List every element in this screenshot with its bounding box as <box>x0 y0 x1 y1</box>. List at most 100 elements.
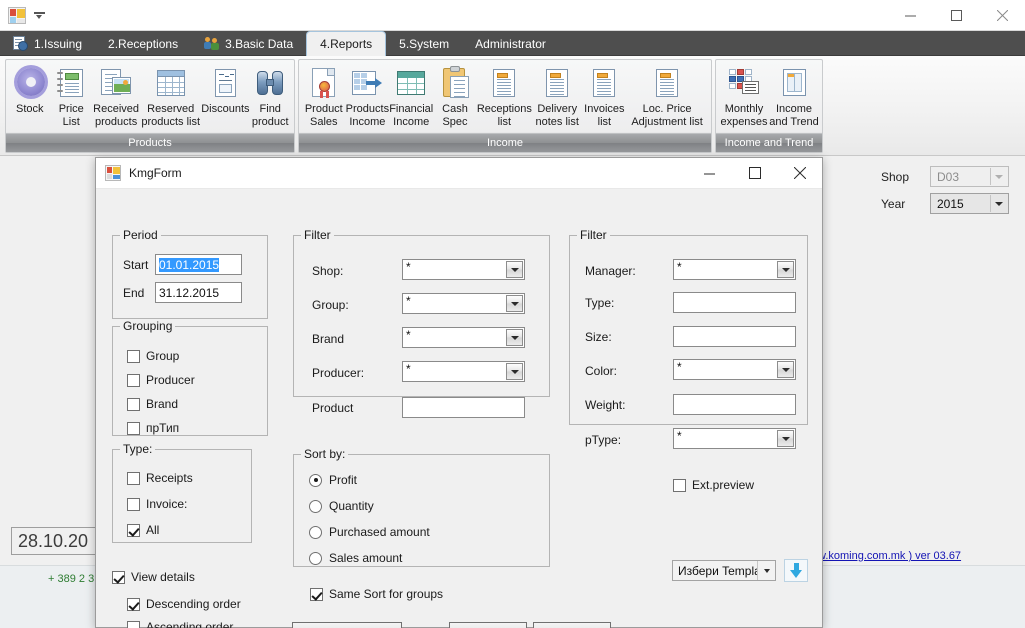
checkbox-producer-box[interactable] <box>127 374 140 387</box>
ribbon-item-delivery-notes-list[interactable]: Delivery notes list <box>532 64 583 129</box>
year-combo[interactable]: 2015 <box>930 193 1009 214</box>
tab-system[interactable]: 5.System <box>386 31 462 56</box>
checkbox-prtip[interactable]: прТип <box>127 421 179 435</box>
ribbon-item-loc-price-adjustment-list[interactable]: Loc. Price Adjustment list <box>626 64 708 129</box>
chevron-down-icon[interactable] <box>506 261 523 278</box>
radio-sales-amount-circle[interactable] <box>309 552 322 565</box>
ribbon-item-monthly-expenses[interactable]: Monthly expenses <box>719 64 769 129</box>
radio-sales-amount[interactable]: Sales amount <box>309 551 402 565</box>
back-button[interactable]: Back <box>533 622 611 628</box>
checkbox-ascending-order-box[interactable] <box>127 621 140 628</box>
radio-profit-circle[interactable] <box>309 474 322 487</box>
tab-system-label: 5.System <box>399 37 449 51</box>
dialog-minimize-icon[interactable] <box>687 158 732 188</box>
dialog-maximize-icon[interactable] <box>732 158 777 188</box>
checkbox-same-sort-box[interactable] <box>310 588 323 601</box>
checkbox-all[interactable]: All <box>127 523 159 537</box>
checkbox-producer[interactable]: Producer <box>127 373 195 387</box>
filter-product-input[interactable] <box>402 397 525 418</box>
ribbon-item-invoices-list[interactable]: Invoices list <box>583 64 627 129</box>
checkbox-descending-order[interactable]: Descending order <box>127 597 241 611</box>
phone-number: + 389 2 3 <box>48 573 94 585</box>
chevron-down-icon[interactable] <box>506 295 523 312</box>
radio-purchased-amount-circle[interactable] <box>309 526 322 539</box>
radio-quantity[interactable]: Quantity <box>309 499 374 513</box>
minimize-icon[interactable] <box>887 0 933 31</box>
checkbox-group[interactable]: Group <box>127 349 179 363</box>
chevron-down-icon[interactable] <box>990 168 1007 185</box>
ribbon-item-products-income[interactable]: Products Income <box>346 64 390 129</box>
ribbon-item-product-sales[interactable]: Product Sales <box>302 64 346 129</box>
ribbon-item-cash-spec[interactable]: Cash Spec <box>433 64 477 129</box>
tab-administrator-label: Administrator <box>475 37 546 51</box>
filter-size-input[interactable] <box>673 326 796 347</box>
shop-combo[interactable]: D03 <box>930 166 1009 187</box>
quick-access-app-icon[interactable] <box>6 5 28 26</box>
checkbox-view-details[interactable]: View details <box>112 570 195 584</box>
filter-ptype-combo[interactable]: * <box>673 428 796 449</box>
ribbon-item-reserved-products-list[interactable]: Reserved products list <box>140 64 201 129</box>
filter-shop-combo[interactable]: * <box>402 259 525 280</box>
customize-qat-icon[interactable] <box>34 12 45 21</box>
chevron-down-icon[interactable] <box>777 430 794 447</box>
chevron-down-icon[interactable] <box>506 363 523 380</box>
chevron-down-icon[interactable] <box>777 361 794 378</box>
chevron-down-icon[interactable] <box>777 261 794 278</box>
print-button[interactable]: Print <box>449 622 527 628</box>
tab-basic-data[interactable]: 3.Basic Data <box>191 31 306 56</box>
filter-manager-combo[interactable]: * <box>673 259 796 280</box>
filter-group-combo[interactable]: * <box>402 293 525 314</box>
checkbox-invoice[interactable]: Invoice: <box>127 497 187 511</box>
chevron-down-icon[interactable] <box>990 195 1007 212</box>
filter-color-combo[interactable]: * <box>673 359 796 380</box>
ribbon-item-find-product[interactable]: Find product <box>250 64 291 129</box>
ribbon-item-price-list[interactable]: Price List <box>50 64 91 129</box>
filter-brand-combo[interactable]: * <box>402 327 525 348</box>
end-date-input[interactable]: 31.12.2015 <box>155 282 242 303</box>
checkbox-invoice-box[interactable] <box>127 498 140 511</box>
ribbon-item-income-and-trend[interactable]: Income and Trend <box>769 64 819 129</box>
radio-profit[interactable]: Profit <box>309 473 357 487</box>
radio-quantity-circle[interactable] <box>309 500 322 513</box>
tab-receptions[interactable]: 2.Receptions <box>95 31 191 56</box>
ribbon-item-receptions-list[interactable]: Receptions list <box>477 64 532 129</box>
download-template-button[interactable] <box>784 559 808 582</box>
checkbox-ascending-order[interactable]: Ascending order <box>127 620 233 628</box>
ribbon-item-financial-income[interactable]: Financial Income <box>389 64 433 129</box>
start-date-input[interactable]: 01.01.2015 <box>155 254 242 275</box>
filter-weight-label: Weight: <box>585 398 625 412</box>
ribbon-item-discounts[interactable]: Discounts <box>201 64 249 116</box>
checkbox-ext-preview-box[interactable] <box>673 479 686 492</box>
tab-administrator[interactable]: Administrator <box>462 31 559 56</box>
tab-reports[interactable]: 4.Reports <box>306 31 386 56</box>
checkbox-group-box[interactable] <box>127 350 140 363</box>
chevron-down-icon[interactable] <box>757 561 775 580</box>
chevron-down-icon[interactable] <box>506 329 523 346</box>
checkbox-view-details-box[interactable] <box>112 571 125 584</box>
ribbon-group-products-label: Products <box>6 133 294 152</box>
filter-weight-input[interactable] <box>673 394 796 415</box>
filter-producer-combo[interactable]: * <box>402 361 525 382</box>
checkbox-ext-preview[interactable]: Ext.preview <box>673 478 754 492</box>
close-icon[interactable] <box>979 0 1025 31</box>
export-excel-button[interactable]: export Excel <box>292 622 402 628</box>
dialog-close-icon[interactable] <box>777 158 822 188</box>
filter-type-input[interactable] <box>673 292 796 313</box>
template-combo[interactable]: Избери Template <box>672 560 776 581</box>
ribbon-item-stock[interactable]: Stock <box>9 64 50 116</box>
checkbox-receipts[interactable]: Receipts <box>127 471 193 485</box>
checkbox-descending-order-box[interactable] <box>127 598 140 611</box>
checkbox-receipts-box[interactable] <box>127 472 140 485</box>
radio-profit-label: Profit <box>329 473 357 487</box>
website-version-link[interactable]: w.koming.com.mk ) ver 03.67 <box>818 550 961 562</box>
checkbox-brand-box[interactable] <box>127 398 140 411</box>
radio-purchased-amount[interactable]: Purchased amount <box>309 525 430 539</box>
tab-issuing[interactable]: 1.Issuing <box>0 31 95 56</box>
checkbox-prtip-box[interactable] <box>127 422 140 435</box>
checkbox-same-sort-for-groups[interactable]: Same Sort for groups <box>310 587 443 601</box>
filter-ptype-value: * <box>677 430 775 448</box>
checkbox-brand[interactable]: Brand <box>127 397 178 411</box>
maximize-icon[interactable] <box>933 0 979 31</box>
ribbon-item-received-products[interactable]: Received products <box>92 64 140 129</box>
checkbox-all-box[interactable] <box>127 524 140 537</box>
